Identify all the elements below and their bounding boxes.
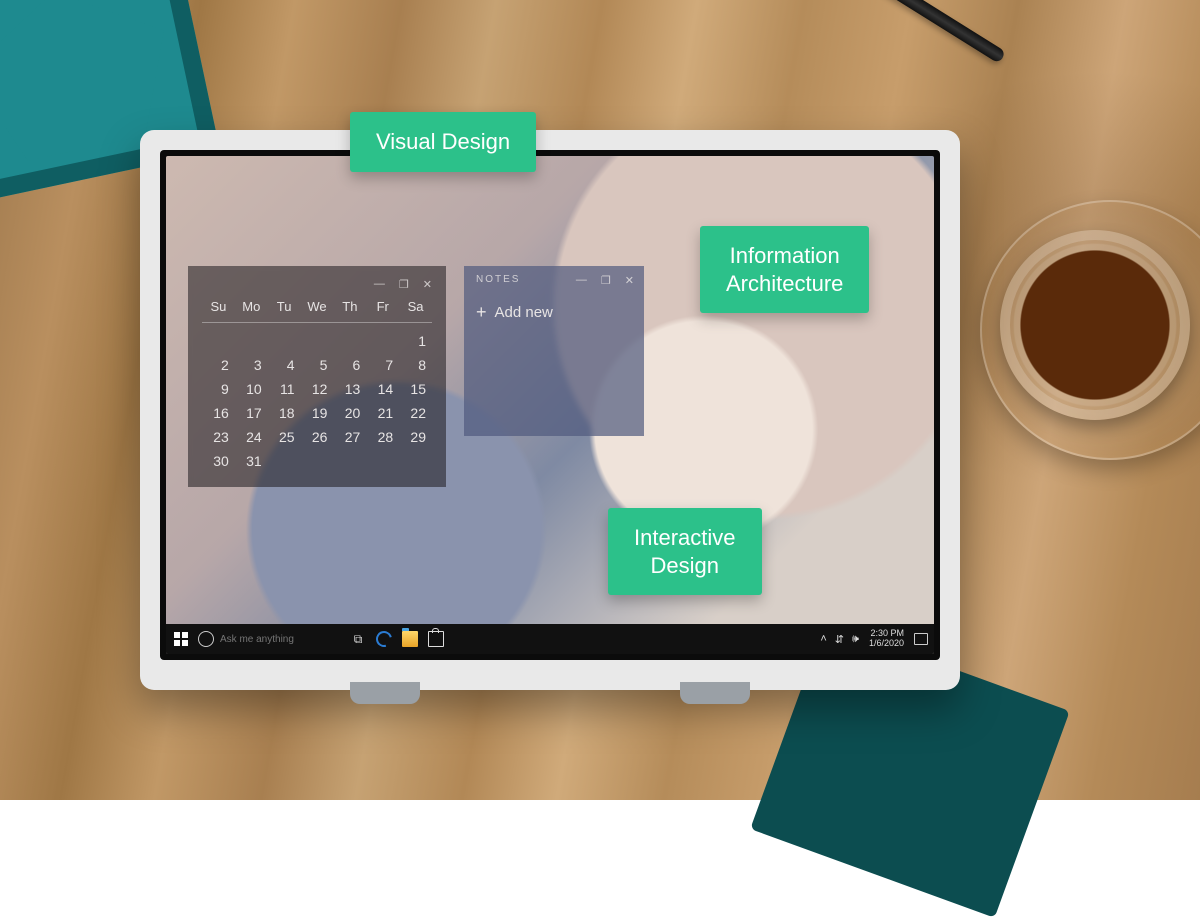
notes-widget[interactable]: NOTES — ❐ ✕ + Add new [464, 266, 644, 436]
calendar-day-cell[interactable]: 10 [235, 377, 268, 401]
minimize-icon[interactable]: — [576, 274, 587, 287]
calendar-day-cell[interactable]: 28 [366, 425, 399, 449]
calendar-week-row: 2345678 [202, 353, 432, 377]
calendar-day-cell[interactable]: 6 [333, 353, 366, 377]
calendar-day-cell[interactable]: 27 [333, 425, 366, 449]
calendar-day-cell[interactable]: 1 [399, 329, 432, 353]
calendar-week-row: 9101112131415 [202, 377, 432, 401]
tea-cup-decor [1000, 230, 1190, 420]
maximize-icon[interactable]: ❐ [399, 278, 409, 291]
calendar-day-cell[interactable]: 23 [202, 425, 235, 449]
calendar-day-cell[interactable]: 11 [268, 377, 301, 401]
calendar-day-cell[interactable]: 21 [366, 401, 399, 425]
calendar-day-cell [301, 329, 334, 353]
weekday-label: Th [333, 299, 366, 314]
calendar-day-cell[interactable]: 8 [399, 353, 432, 377]
calendar-day-cell [399, 449, 432, 473]
calendar-week-row: 16171819202122 [202, 401, 432, 425]
taskbar[interactable]: ⧉ ˄ ⇵ 🕪 2:30 PM 1/6/2020 [166, 624, 934, 654]
calendar-day-cell[interactable]: 26 [301, 425, 334, 449]
calendar-day-cell [268, 449, 301, 473]
calendar-day-cell[interactable]: 24 [235, 425, 268, 449]
laptop-hinge [680, 682, 750, 704]
weekday-label: Mo [235, 299, 268, 314]
calendar-day-cell[interactable]: 22 [399, 401, 432, 425]
taskbar-clock[interactable]: 2:30 PM 1/6/2020 [869, 629, 904, 649]
calendar-day-cell [301, 449, 334, 473]
calendar-day-cell[interactable]: 2 [202, 353, 235, 377]
calendar-day-cell[interactable]: 30 [202, 449, 235, 473]
calendar-week-row: 3031 [202, 449, 432, 473]
microsoft-store-icon[interactable] [428, 631, 444, 647]
desk-scene: — ❐ ✕ SuMoTuWeThFrSa 1234567891011121314… [0, 0, 1200, 800]
start-button[interactable] [170, 628, 192, 650]
calendar-day-cell [333, 329, 366, 353]
calendar-day-cell[interactable]: 15 [399, 377, 432, 401]
calendar-day-cell[interactable]: 19 [301, 401, 334, 425]
calendar-day-cell[interactable]: 3 [235, 353, 268, 377]
calendar-grid[interactable]: 1234567891011121314151617181920212223242… [202, 329, 432, 473]
calendar-day-cell [333, 449, 366, 473]
add-note-button[interactable]: + Add new [476, 303, 632, 321]
task-view-icon[interactable]: ⧉ [350, 631, 366, 647]
tag-information-architecture: InformationArchitecture [700, 226, 869, 313]
laptop: — ❐ ✕ SuMoTuWeThFrSa 1234567891011121314… [140, 130, 960, 690]
action-center-icon[interactable] [914, 633, 928, 645]
network-icon[interactable]: ⇵ [835, 633, 844, 646]
edge-browser-icon[interactable] [376, 631, 392, 647]
calendar-day-cell[interactable]: 4 [268, 353, 301, 377]
calendar-day-cell [268, 329, 301, 353]
calendar-day-cell[interactable]: 12 [301, 377, 334, 401]
calendar-day-cell [366, 329, 399, 353]
weekday-label: Su [202, 299, 235, 314]
calendar-day-cell[interactable]: 16 [202, 401, 235, 425]
calendar-day-cell[interactable]: 7 [366, 353, 399, 377]
calendar-day-cell[interactable]: 9 [202, 377, 235, 401]
calendar-day-cell[interactable]: 25 [268, 425, 301, 449]
weekday-label: We [301, 299, 334, 314]
calendar-day-cell [366, 449, 399, 473]
system-tray[interactable]: ˄ ⇵ 🕪 [820, 633, 859, 646]
file-explorer-icon[interactable] [402, 631, 418, 647]
volume-icon[interactable]: 🕪 [852, 633, 859, 646]
laptop-hinge [350, 682, 420, 704]
calendar-widget[interactable]: — ❐ ✕ SuMoTuWeThFrSa 1234567891011121314… [188, 266, 446, 487]
calendar-weekday-header: SuMoTuWeThFrSa [202, 299, 432, 323]
calendar-day-cell[interactable]: 31 [235, 449, 268, 473]
calendar-week-row: 23242526272829 [202, 425, 432, 449]
search-input[interactable] [220, 634, 330, 645]
calendar-day-cell [235, 329, 268, 353]
calendar-day-cell [202, 329, 235, 353]
tag-interactive-design: InteractiveDesign [608, 508, 762, 595]
tray-expand-icon[interactable]: ˄ [820, 633, 826, 646]
weekday-label: Tu [268, 299, 301, 314]
calendar-day-cell[interactable]: 18 [268, 401, 301, 425]
cortana-icon[interactable] [198, 631, 214, 647]
close-icon[interactable]: ✕ [423, 278, 432, 291]
calendar-day-cell[interactable]: 17 [235, 401, 268, 425]
tag-visual-design: Visual Design [350, 112, 536, 172]
calendar-week-row: 1 [202, 329, 432, 353]
weekday-label: Fr [366, 299, 399, 314]
calendar-day-cell[interactable]: 14 [366, 377, 399, 401]
plus-icon: + [476, 303, 487, 321]
calendar-day-cell[interactable]: 29 [399, 425, 432, 449]
calendar-day-cell[interactable]: 5 [301, 353, 334, 377]
pen-decor [804, 0, 1006, 64]
add-note-label: Add new [495, 304, 553, 321]
close-icon[interactable]: ✕ [625, 274, 634, 287]
minimize-icon[interactable]: — [374, 278, 385, 291]
calendar-day-cell[interactable]: 13 [333, 377, 366, 401]
clock-date: 1/6/2020 [869, 639, 904, 649]
weekday-label: Sa [399, 299, 432, 314]
calendar-day-cell[interactable]: 20 [333, 401, 366, 425]
maximize-icon[interactable]: ❐ [601, 274, 611, 287]
